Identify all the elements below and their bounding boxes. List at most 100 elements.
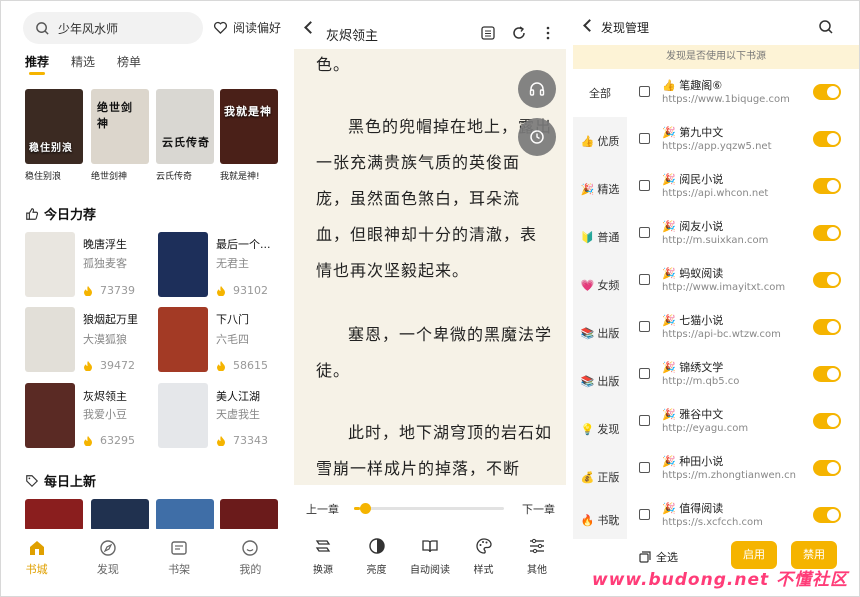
tool-auto-read[interactable]: 自动阅读 [407, 537, 453, 576]
book-cover[interactable] [91, 499, 149, 531]
book-cover[interactable] [25, 307, 75, 372]
tool-other[interactable]: 其他 [514, 537, 560, 576]
book-cover[interactable] [25, 232, 75, 297]
flame-icon [217, 435, 225, 446]
toc-icon[interactable] [480, 25, 496, 41]
source-checkbox[interactable] [639, 180, 650, 191]
progress-knob[interactable] [360, 503, 371, 514]
category-item[interactable]: 👍 优质 [573, 117, 627, 165]
book-cover[interactable] [158, 307, 208, 372]
source-checkbox[interactable] [639, 86, 650, 97]
tab-ranking[interactable]: 榜单 [117, 53, 141, 75]
book-cover[interactable]: 我就是神 [220, 89, 278, 164]
tool-brightness[interactable]: 亮度 [354, 537, 400, 576]
more-vertical-icon[interactable] [540, 25, 556, 41]
source-row: 🎉 蚂蚁阅读 http://www.imayitxt.com [627, 257, 859, 304]
source-toggle[interactable] [813, 413, 841, 429]
book-cover[interactable] [25, 383, 75, 448]
flame-icon [217, 285, 225, 296]
heat-count: 39472 [100, 359, 135, 372]
book-heat: 73343 [216, 434, 268, 447]
source-toggle[interactable] [813, 319, 841, 335]
prev-chapter-button[interactable]: 上一章 [306, 501, 339, 517]
category-item[interactable]: 🔥 书耽 [573, 501, 627, 539]
tool-style[interactable]: 样式 [461, 537, 507, 576]
source-toggle[interactable] [813, 507, 841, 523]
listen-button[interactable] [518, 70, 556, 108]
tab-featured[interactable]: 精选 [71, 53, 95, 75]
tab-recommend[interactable]: 推荐 [25, 53, 49, 75]
source-url: https://api.whcon.net [662, 188, 769, 199]
source-checkbox[interactable] [639, 415, 650, 426]
select-all-button[interactable]: 全选 [639, 549, 678, 565]
source-toggle[interactable] [813, 460, 841, 476]
category-item[interactable]: 💰 正版 [573, 453, 627, 501]
book-title[interactable]: 美人江湖 [216, 388, 260, 404]
book-cover[interactable] [220, 499, 278, 531]
book-cover[interactable] [158, 232, 208, 297]
back-icon[interactable] [304, 21, 317, 34]
book-author: 我爱小豆 [83, 408, 127, 421]
source-toggle[interactable] [813, 84, 841, 100]
book-title[interactable]: 下八门 [216, 311, 249, 327]
source-toggle[interactable] [813, 225, 841, 241]
open-book-icon [422, 540, 438, 553]
category-item[interactable]: 📚 出版 [573, 309, 627, 357]
nav-label: 书架 [168, 563, 191, 576]
nav-bookshelf[interactable]: 书架 [152, 539, 207, 596]
contrast-icon [368, 538, 385, 554]
source-checkbox[interactable] [639, 227, 650, 238]
reading-preference-button[interactable]: 阅读偏好 [213, 19, 281, 36]
category-item[interactable]: 💗 女频 [573, 261, 627, 309]
source-toggle[interactable] [813, 272, 841, 288]
category-item[interactable]: 🔰 普通 [573, 213, 627, 261]
search-box[interactable]: 少年风水师 [23, 12, 203, 44]
discover-header: 发现管理 [573, 1, 859, 45]
timer-button[interactable] [518, 118, 556, 156]
smile-icon [242, 540, 259, 556]
book-cover[interactable] [156, 499, 214, 531]
back-icon[interactable] [583, 19, 596, 32]
reader-tools: 换源 亮度 自动阅读 样式 其他 [294, 537, 566, 576]
source-checkbox[interactable] [639, 133, 650, 144]
book-title[interactable]: 最后一个... [216, 236, 271, 252]
source-checkbox[interactable] [639, 321, 650, 332]
refresh-icon[interactable] [511, 25, 527, 41]
book-cover[interactable] [158, 383, 208, 448]
nav-mine[interactable]: 我的 [223, 539, 278, 596]
book-cover[interactable] [25, 499, 83, 531]
next-chapter-button[interactable]: 下一章 [522, 501, 555, 517]
heart-icon [214, 21, 227, 35]
book-title[interactable]: 狼烟起万里 [83, 311, 138, 327]
category-item[interactable]: 🎉 精选 [573, 165, 627, 213]
source-checkbox[interactable] [639, 274, 650, 285]
nav-discover[interactable]: 发现 [80, 539, 135, 596]
category-item[interactable]: 全部 [573, 69, 627, 117]
cover-title: 绝世剑神 [97, 101, 133, 130]
book-cover[interactable]: 绝世剑神 [91, 89, 149, 164]
source-toggle[interactable] [813, 178, 841, 194]
tool-change-source[interactable]: 换源 [300, 537, 346, 576]
source-checkbox[interactable] [639, 509, 650, 520]
home-icon [29, 541, 44, 555]
bottom-navigation: 书城 发现 书架 我的 [1, 529, 286, 596]
nav-label: 发现 [96, 563, 119, 576]
source-toggle[interactable] [813, 366, 841, 382]
search-icon[interactable] [818, 19, 834, 35]
source-checkbox[interactable] [639, 368, 650, 379]
category-item[interactable]: 💡 发现 [573, 405, 627, 453]
book-cover[interactable]: 云氏传奇 [156, 89, 214, 164]
source-toggle[interactable] [813, 131, 841, 147]
thumbs-up-icon [26, 207, 39, 220]
source-checkbox[interactable] [639, 462, 650, 473]
book-title[interactable]: 灰烬领主 [83, 388, 127, 404]
chapter-progress-slider[interactable] [354, 503, 504, 514]
source-name: 🎉 七猫小说 [662, 314, 724, 327]
book-title[interactable]: 晚唐浮生 [83, 236, 127, 252]
book-label: 我就是神! [220, 172, 260, 182]
category-item[interactable]: 📚 出版 [573, 357, 627, 405]
book-cover[interactable]: 稳住别浪 [25, 89, 83, 164]
source-row: 🎉 阅民小说 https://api.whcon.net [627, 163, 859, 210]
beginner-icon: 🔰 [580, 230, 595, 244]
nav-bookstore[interactable]: 书城 [9, 539, 64, 596]
